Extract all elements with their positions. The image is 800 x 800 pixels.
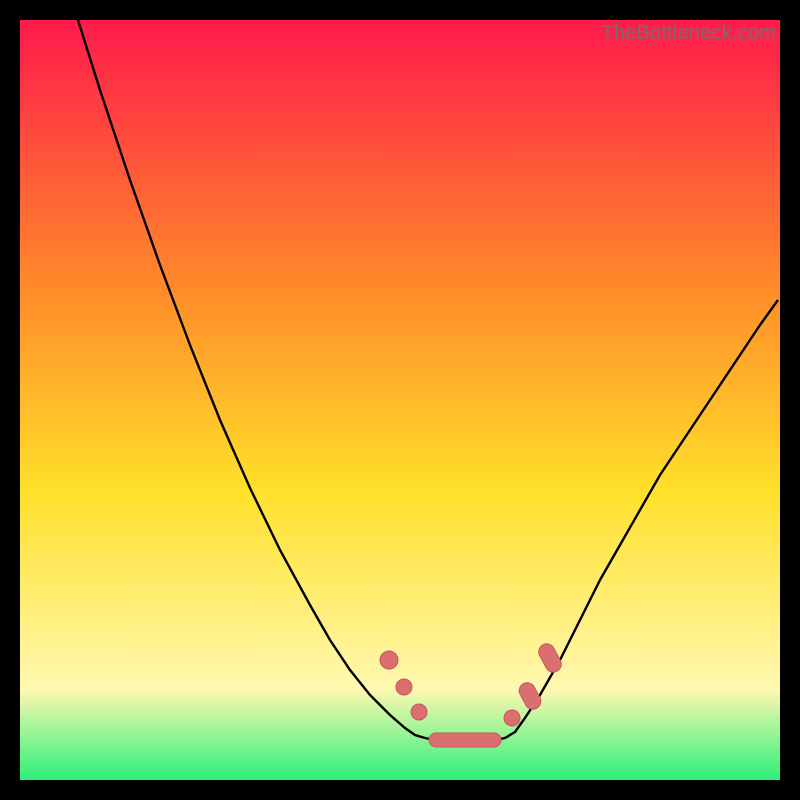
dot-left-mid [396,679,412,695]
dot-right-low [504,710,520,726]
gradient-background [20,20,780,780]
watermark-label: TheBottleneck.com [601,22,776,45]
dot-left-upper [380,651,398,669]
bottleneck-chart [20,20,780,780]
bar-floor [429,733,501,747]
dot-left-low [411,704,427,720]
